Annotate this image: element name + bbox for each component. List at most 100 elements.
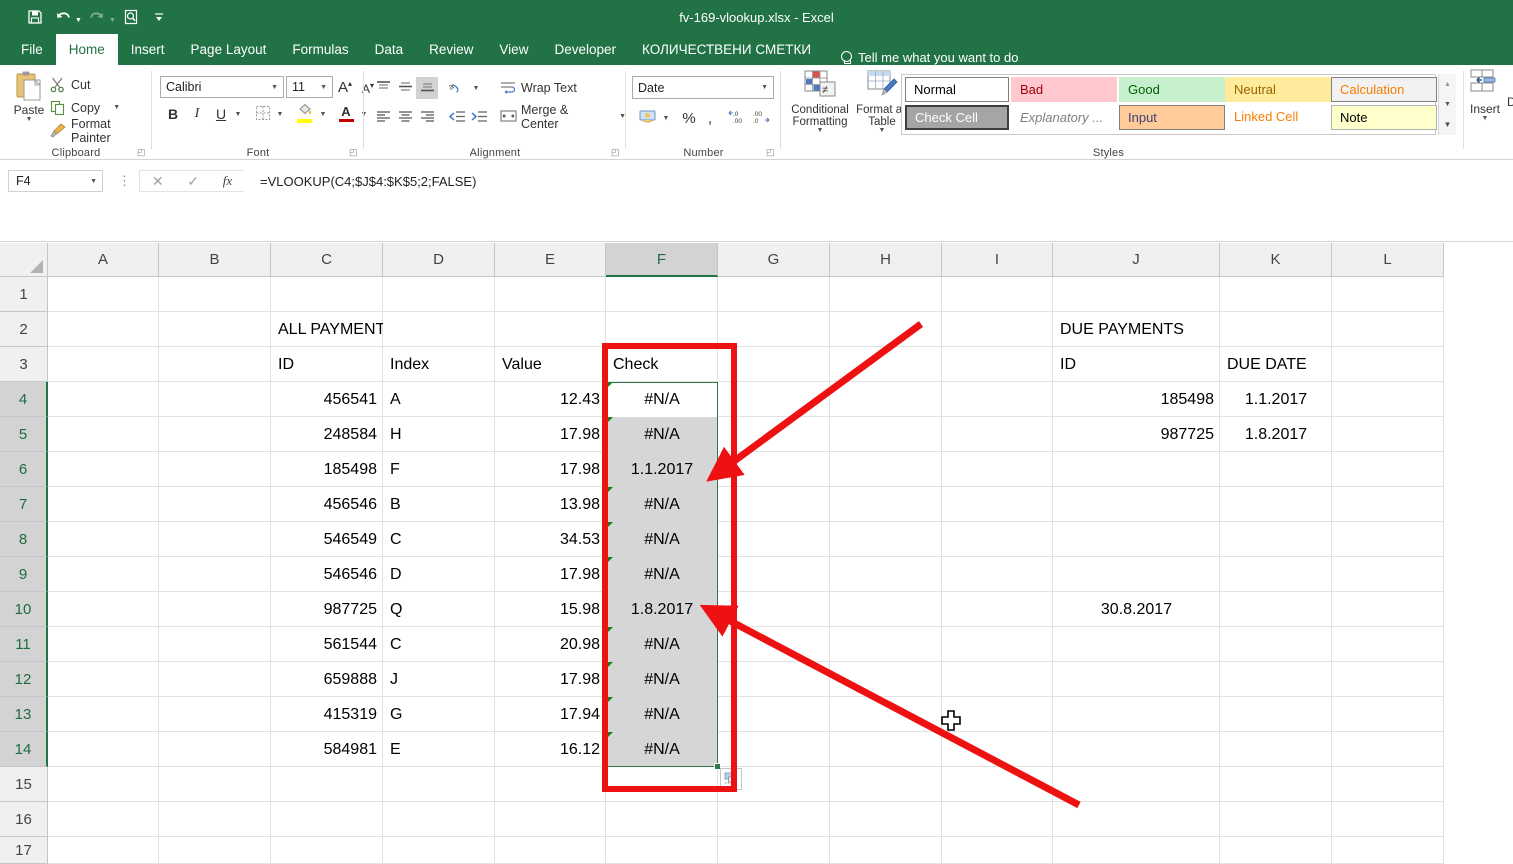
cell-I12[interactable] xyxy=(942,662,1053,697)
tab-page-layout[interactable]: Page Layout xyxy=(178,34,280,65)
comma-style-button[interactable]: , xyxy=(700,107,720,129)
number-dialog-launcher[interactable]: ◰ xyxy=(766,147,777,158)
cell-B11[interactable] xyxy=(159,627,271,662)
cell-J2[interactable]: DUE PAYMENTS xyxy=(1053,312,1220,347)
cell-D5[interactable]: H xyxy=(383,417,495,452)
cell-E1[interactable] xyxy=(495,277,606,312)
cell-J16[interactable] xyxy=(1053,802,1220,837)
cell-C1[interactable] xyxy=(271,277,383,312)
fill-color-caret-icon[interactable]: ▼ xyxy=(317,106,329,122)
cell-F2[interactable] xyxy=(606,312,718,347)
cell-G1[interactable] xyxy=(718,277,830,312)
cell-L16[interactable] xyxy=(1332,802,1444,837)
font-name-caret-icon[interactable]: ▼ xyxy=(271,84,278,91)
font-name-combo[interactable]: Calibri ▼ xyxy=(160,76,284,98)
cell-D4[interactable]: A xyxy=(383,382,495,417)
tab-view[interactable]: View xyxy=(486,34,541,65)
cell-I10[interactable] xyxy=(942,592,1053,627)
fill-color-button[interactable] xyxy=(294,101,316,125)
cell-L10[interactable] xyxy=(1332,592,1444,627)
cell-J15[interactable] xyxy=(1053,767,1220,802)
undo-icon[interactable] xyxy=(50,4,76,30)
cell-B14[interactable] xyxy=(159,732,271,767)
cell-B7[interactable] xyxy=(159,487,271,522)
wrap-text-button[interactable]: Wrap Text xyxy=(500,78,577,98)
column-header-B[interactable]: B xyxy=(159,243,271,277)
cell-C11[interactable]: 561544 xyxy=(271,627,383,662)
align-right-button[interactable] xyxy=(416,107,438,129)
cell-H14[interactable] xyxy=(830,732,942,767)
cell-H13[interactable] xyxy=(830,697,942,732)
cell-E8[interactable]: 34.53 xyxy=(495,522,606,557)
cell-H5[interactable] xyxy=(830,417,942,452)
row-header-11[interactable]: 11 xyxy=(0,627,48,662)
style-linked-cell[interactable]: Linked Cell xyxy=(1225,105,1331,130)
cell-J11[interactable] xyxy=(1053,627,1220,662)
style-neutral[interactable]: Neutral xyxy=(1225,77,1331,102)
formula-input[interactable]: =VLOOKUP(C4;$J$4:$K$5;2;FALSE) xyxy=(250,170,1507,192)
cell-J12[interactable] xyxy=(1053,662,1220,697)
cell-G6[interactable] xyxy=(718,452,830,487)
cell-C10[interactable]: 987725 xyxy=(271,592,383,627)
row-header-8[interactable]: 8 xyxy=(0,522,48,557)
cell-G13[interactable] xyxy=(718,697,830,732)
cell-J13[interactable] xyxy=(1053,697,1220,732)
tab-insert[interactable]: Insert xyxy=(118,34,178,65)
cell-C12[interactable]: 659888 xyxy=(271,662,383,697)
cell-K8[interactable] xyxy=(1220,522,1332,557)
cell-A5[interactable] xyxy=(48,417,159,452)
customize-qat-icon[interactable] xyxy=(146,4,172,30)
format-as-table-caret-icon[interactable]: ▼ xyxy=(879,127,886,134)
cell-E4[interactable]: 12.43 xyxy=(495,382,606,417)
cell-B12[interactable] xyxy=(159,662,271,697)
cell-J9[interactable] xyxy=(1053,557,1220,592)
cell-I5[interactable] xyxy=(942,417,1053,452)
cell-A13[interactable] xyxy=(48,697,159,732)
conditional-formatting-button[interactable]: ≠ Conditional Formatting ▼ xyxy=(789,69,851,139)
cell-K1[interactable] xyxy=(1220,277,1332,312)
cell-J17[interactable] xyxy=(1053,837,1220,864)
decrease-decimal-button[interactable]: .00.0 xyxy=(750,107,774,129)
row-header-9[interactable]: 9 xyxy=(0,557,48,592)
cell-F15[interactable] xyxy=(606,767,718,802)
font-color-button[interactable]: A xyxy=(335,101,357,125)
cell-C7[interactable]: 456546 xyxy=(271,487,383,522)
cell-J1[interactable] xyxy=(1053,277,1220,312)
row-header-10[interactable]: 10 xyxy=(0,592,48,627)
cell-C9[interactable]: 546546 xyxy=(271,557,383,592)
cell-K4[interactable]: 1.1.2017 xyxy=(1220,382,1332,417)
cell-C8[interactable]: 546549 xyxy=(271,522,383,557)
cell-J3[interactable]: ID xyxy=(1053,347,1220,382)
cell-E12[interactable]: 17.98 xyxy=(495,662,606,697)
cell-A6[interactable] xyxy=(48,452,159,487)
orientation-button[interactable]: a xyxy=(446,77,470,99)
cell-E9[interactable]: 17.98 xyxy=(495,557,606,592)
row-header-7[interactable]: 7 xyxy=(0,487,48,522)
style-check-cell[interactable]: Check Cell xyxy=(905,105,1009,130)
cell-I9[interactable] xyxy=(942,557,1053,592)
cell-B10[interactable] xyxy=(159,592,271,627)
cell-C6[interactable]: 185498 xyxy=(271,452,383,487)
cell-B15[interactable] xyxy=(159,767,271,802)
gallery-more-icon[interactable]: ▼ xyxy=(1439,114,1456,134)
accounting-format-button[interactable] xyxy=(636,107,660,129)
increase-decimal-button[interactable]: .0.00 xyxy=(726,107,750,129)
cell-A8[interactable] xyxy=(48,522,159,557)
cell-D15[interactable] xyxy=(383,767,495,802)
cell-L8[interactable] xyxy=(1332,522,1444,557)
row-header-14[interactable]: 14 xyxy=(0,732,48,767)
cell-G7[interactable] xyxy=(718,487,830,522)
row-header-2[interactable]: 2 xyxy=(0,312,48,347)
save-icon[interactable] xyxy=(22,4,48,30)
cell-G14[interactable] xyxy=(718,732,830,767)
cell-G4[interactable] xyxy=(718,382,830,417)
cell-E3[interactable]: Value xyxy=(495,347,606,382)
underline-caret-icon[interactable]: ▼ xyxy=(232,106,244,122)
cell-K13[interactable] xyxy=(1220,697,1332,732)
cell-H12[interactable] xyxy=(830,662,942,697)
cell-D6[interactable]: F xyxy=(383,452,495,487)
cell-L2[interactable] xyxy=(1332,312,1444,347)
cell-L5[interactable] xyxy=(1332,417,1444,452)
cell-G5[interactable] xyxy=(718,417,830,452)
align-bottom-button[interactable] xyxy=(416,77,438,99)
